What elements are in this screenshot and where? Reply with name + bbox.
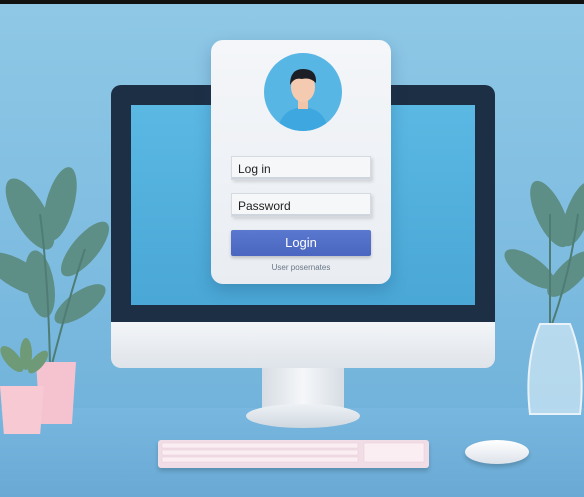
- left-plant: [0, 167, 110, 434]
- login-card: Log in Password Login User posernates: [211, 40, 391, 284]
- hint-text: User posernates: [271, 263, 331, 272]
- monitor-base: [246, 404, 360, 428]
- monitor-chin: [111, 322, 495, 368]
- login-button[interactable]: Login: [231, 230, 371, 256]
- right-plant: [504, 180, 584, 415]
- keyboard: [158, 440, 429, 468]
- user-avatar-icon: [264, 53, 342, 131]
- illustration-scene: Log in Password Login User posernates: [0, 4, 584, 497]
- username-field[interactable]: Log in: [231, 156, 371, 180]
- password-field[interactable]: Password: [231, 193, 371, 217]
- computer-mouse: [465, 440, 529, 464]
